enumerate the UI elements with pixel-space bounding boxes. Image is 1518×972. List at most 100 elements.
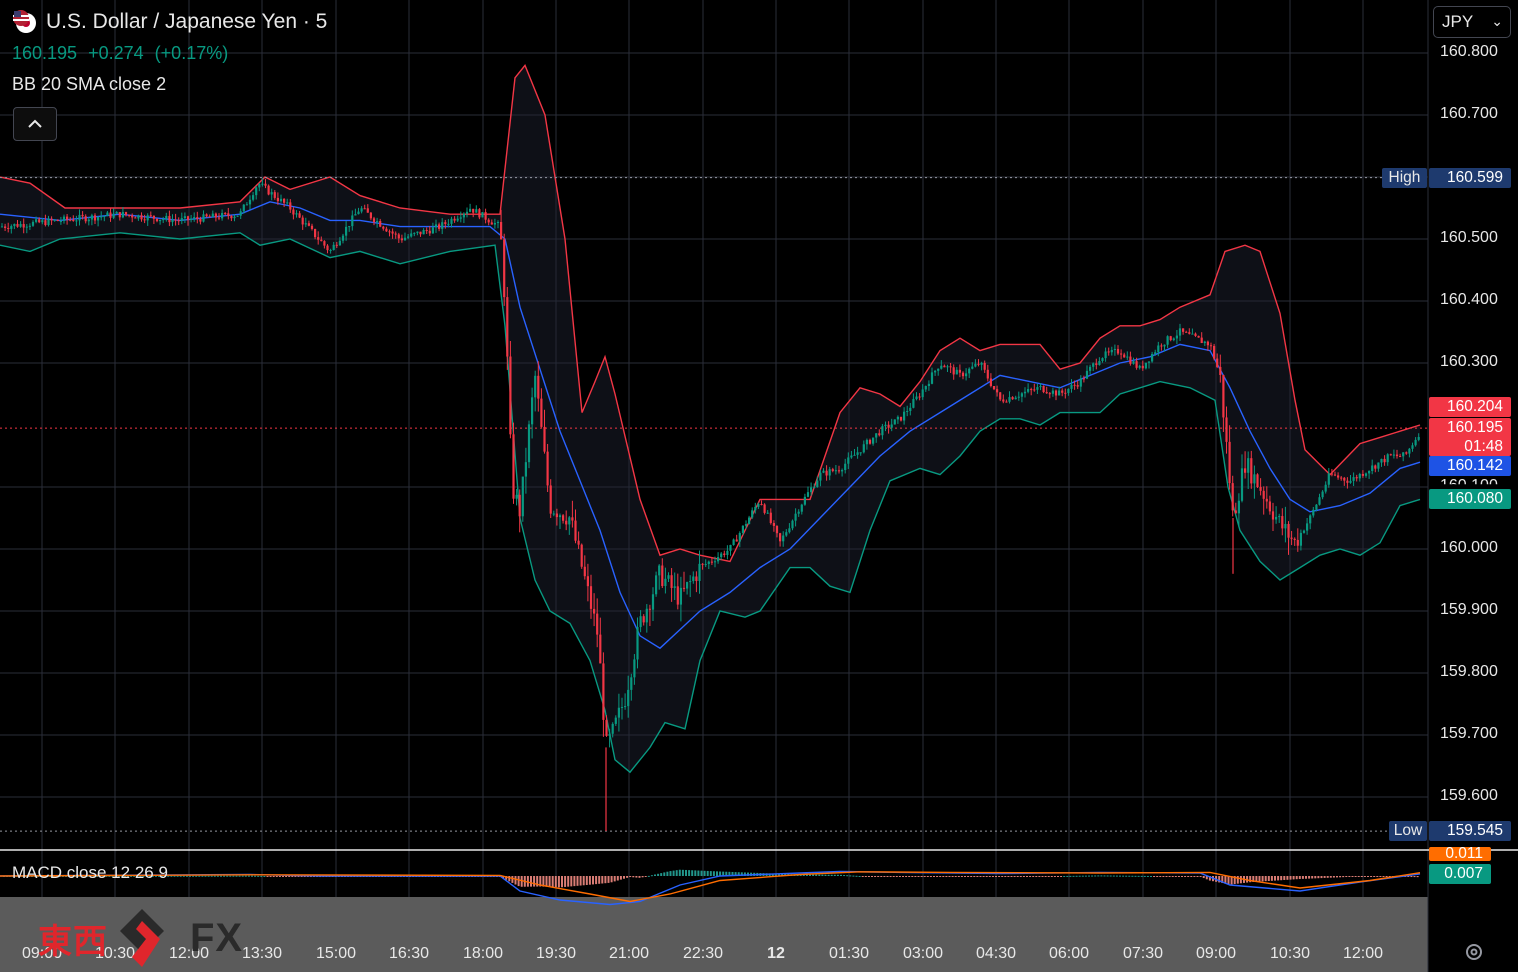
macd-legend[interactable]: MACD close 12 26 9 bbox=[12, 863, 168, 883]
macd-histogram-bar bbox=[1001, 876, 1004, 877]
candle-body bbox=[766, 512, 769, 514]
macd-histogram-bar bbox=[1190, 876, 1193, 877]
macd-histogram-bar bbox=[573, 876, 576, 887]
macd-histogram-bar bbox=[251, 875, 253, 877]
macd-histogram-bar bbox=[579, 876, 582, 886]
candle-body bbox=[605, 719, 608, 736]
candle-body bbox=[1079, 378, 1082, 387]
macd-histogram-bar bbox=[1270, 876, 1273, 881]
macd-histogram-bar bbox=[998, 876, 1001, 877]
candle-body bbox=[1284, 523, 1287, 529]
macd-histogram-bar bbox=[886, 876, 889, 877]
time-tick-label: 18:00 bbox=[462, 945, 504, 962]
candle-body bbox=[1027, 389, 1030, 392]
candle-body bbox=[1178, 328, 1182, 336]
candle-body bbox=[955, 369, 958, 375]
macd-histogram-bar bbox=[666, 871, 669, 876]
macd-histogram-bar bbox=[635, 876, 638, 878]
candle-body bbox=[698, 563, 701, 581]
candle-body bbox=[1271, 511, 1275, 520]
candle-body bbox=[4, 226, 7, 228]
candle-body bbox=[270, 192, 273, 195]
candle-body bbox=[741, 525, 744, 534]
macd-histogram-bar bbox=[1376, 876, 1379, 877]
candle-body bbox=[1312, 509, 1315, 516]
candle-body bbox=[862, 444, 865, 453]
candle-body bbox=[602, 663, 605, 720]
macd-histogram-bar bbox=[1060, 876, 1063, 877]
macd-histogram-bar bbox=[260, 875, 263, 877]
candle-body bbox=[379, 221, 382, 227]
candle-body bbox=[996, 389, 999, 393]
candle-body bbox=[961, 372, 965, 377]
candle-body bbox=[1240, 468, 1244, 501]
macd-histogram-bar bbox=[1131, 875, 1134, 877]
macd-histogram-bar bbox=[595, 876, 598, 885]
macd-histogram-bar bbox=[1236, 876, 1239, 884]
macd-histogram-bar bbox=[1298, 876, 1301, 880]
bb-upper-tag: 160.204 bbox=[1429, 397, 1511, 417]
candle-body bbox=[484, 212, 487, 220]
candle-body bbox=[782, 535, 785, 542]
candle-body bbox=[1352, 477, 1355, 481]
candle-body bbox=[822, 470, 825, 473]
currency-select[interactable]: JPY ⌄ bbox=[1433, 6, 1511, 38]
candle-body bbox=[772, 523, 775, 526]
logo-fx: FX bbox=[190, 915, 244, 960]
candle-body bbox=[558, 515, 562, 518]
candle-body bbox=[834, 470, 837, 472]
candle-body bbox=[286, 202, 289, 204]
last-price-tag-value: 160.195 bbox=[1446, 419, 1503, 436]
candle-body bbox=[1092, 363, 1095, 367]
chart-canvas[interactable] bbox=[0, 0, 1518, 972]
candle-body bbox=[1175, 335, 1178, 339]
candle-body bbox=[515, 494, 518, 499]
macd-histogram-bar bbox=[517, 876, 520, 887]
macd-histogram-bar bbox=[1165, 876, 1168, 877]
macd-histogram-bar bbox=[675, 870, 678, 876]
price-tick-label: 160.400 bbox=[1440, 291, 1498, 308]
candle-body bbox=[1380, 458, 1383, 463]
candle-body bbox=[31, 221, 35, 226]
macd-histogram-bar bbox=[1416, 876, 1419, 878]
candle-body bbox=[1188, 332, 1191, 334]
candle-body bbox=[1265, 498, 1268, 502]
candle-body bbox=[391, 231, 394, 234]
macd-histogram-bar bbox=[1103, 875, 1106, 877]
candle-body bbox=[837, 470, 841, 472]
collapse-legend-button[interactable] bbox=[13, 107, 57, 141]
macd-histogram-bar bbox=[1115, 875, 1118, 877]
candle-body bbox=[1172, 338, 1175, 341]
candle-body bbox=[887, 424, 890, 428]
macd-histogram-bar bbox=[1038, 876, 1041, 877]
candle-body bbox=[385, 228, 388, 232]
price-change-pct-text: (+0.17%) bbox=[154, 43, 229, 63]
candle-body bbox=[589, 586, 593, 609]
macd-histogram-bar bbox=[936, 876, 939, 877]
candle-body bbox=[186, 216, 190, 221]
candle-body bbox=[676, 586, 679, 605]
settings-gear-icon[interactable] bbox=[1463, 941, 1485, 963]
candle-body bbox=[1082, 378, 1085, 380]
macd-histogram-bar bbox=[1177, 876, 1180, 877]
bollinger-bands-legend[interactable]: BB 20 SMA close 2 bbox=[12, 74, 166, 95]
candle-body bbox=[1364, 473, 1368, 476]
candle-body bbox=[1234, 510, 1237, 514]
candle-body bbox=[707, 561, 710, 565]
bb-fill bbox=[0, 65, 1420, 773]
candle-body bbox=[227, 213, 230, 217]
macd-histogram-bar bbox=[182, 875, 185, 877]
symbol-title[interactable]: U.S. Dollar / Japanese Yen · 5 bbox=[12, 9, 327, 35]
macd-histogram-bar bbox=[995, 876, 997, 877]
candle-body bbox=[242, 204, 245, 212]
candle-body bbox=[134, 217, 137, 219]
candle-body bbox=[844, 463, 847, 471]
candle-body bbox=[10, 226, 13, 229]
candle-body bbox=[87, 219, 90, 222]
candle-body bbox=[171, 219, 174, 223]
candle-body bbox=[599, 634, 602, 664]
candle-body bbox=[1120, 353, 1123, 355]
candle-body bbox=[211, 213, 214, 218]
logo-mark-icon bbox=[120, 909, 164, 967]
candle-body bbox=[921, 389, 924, 398]
